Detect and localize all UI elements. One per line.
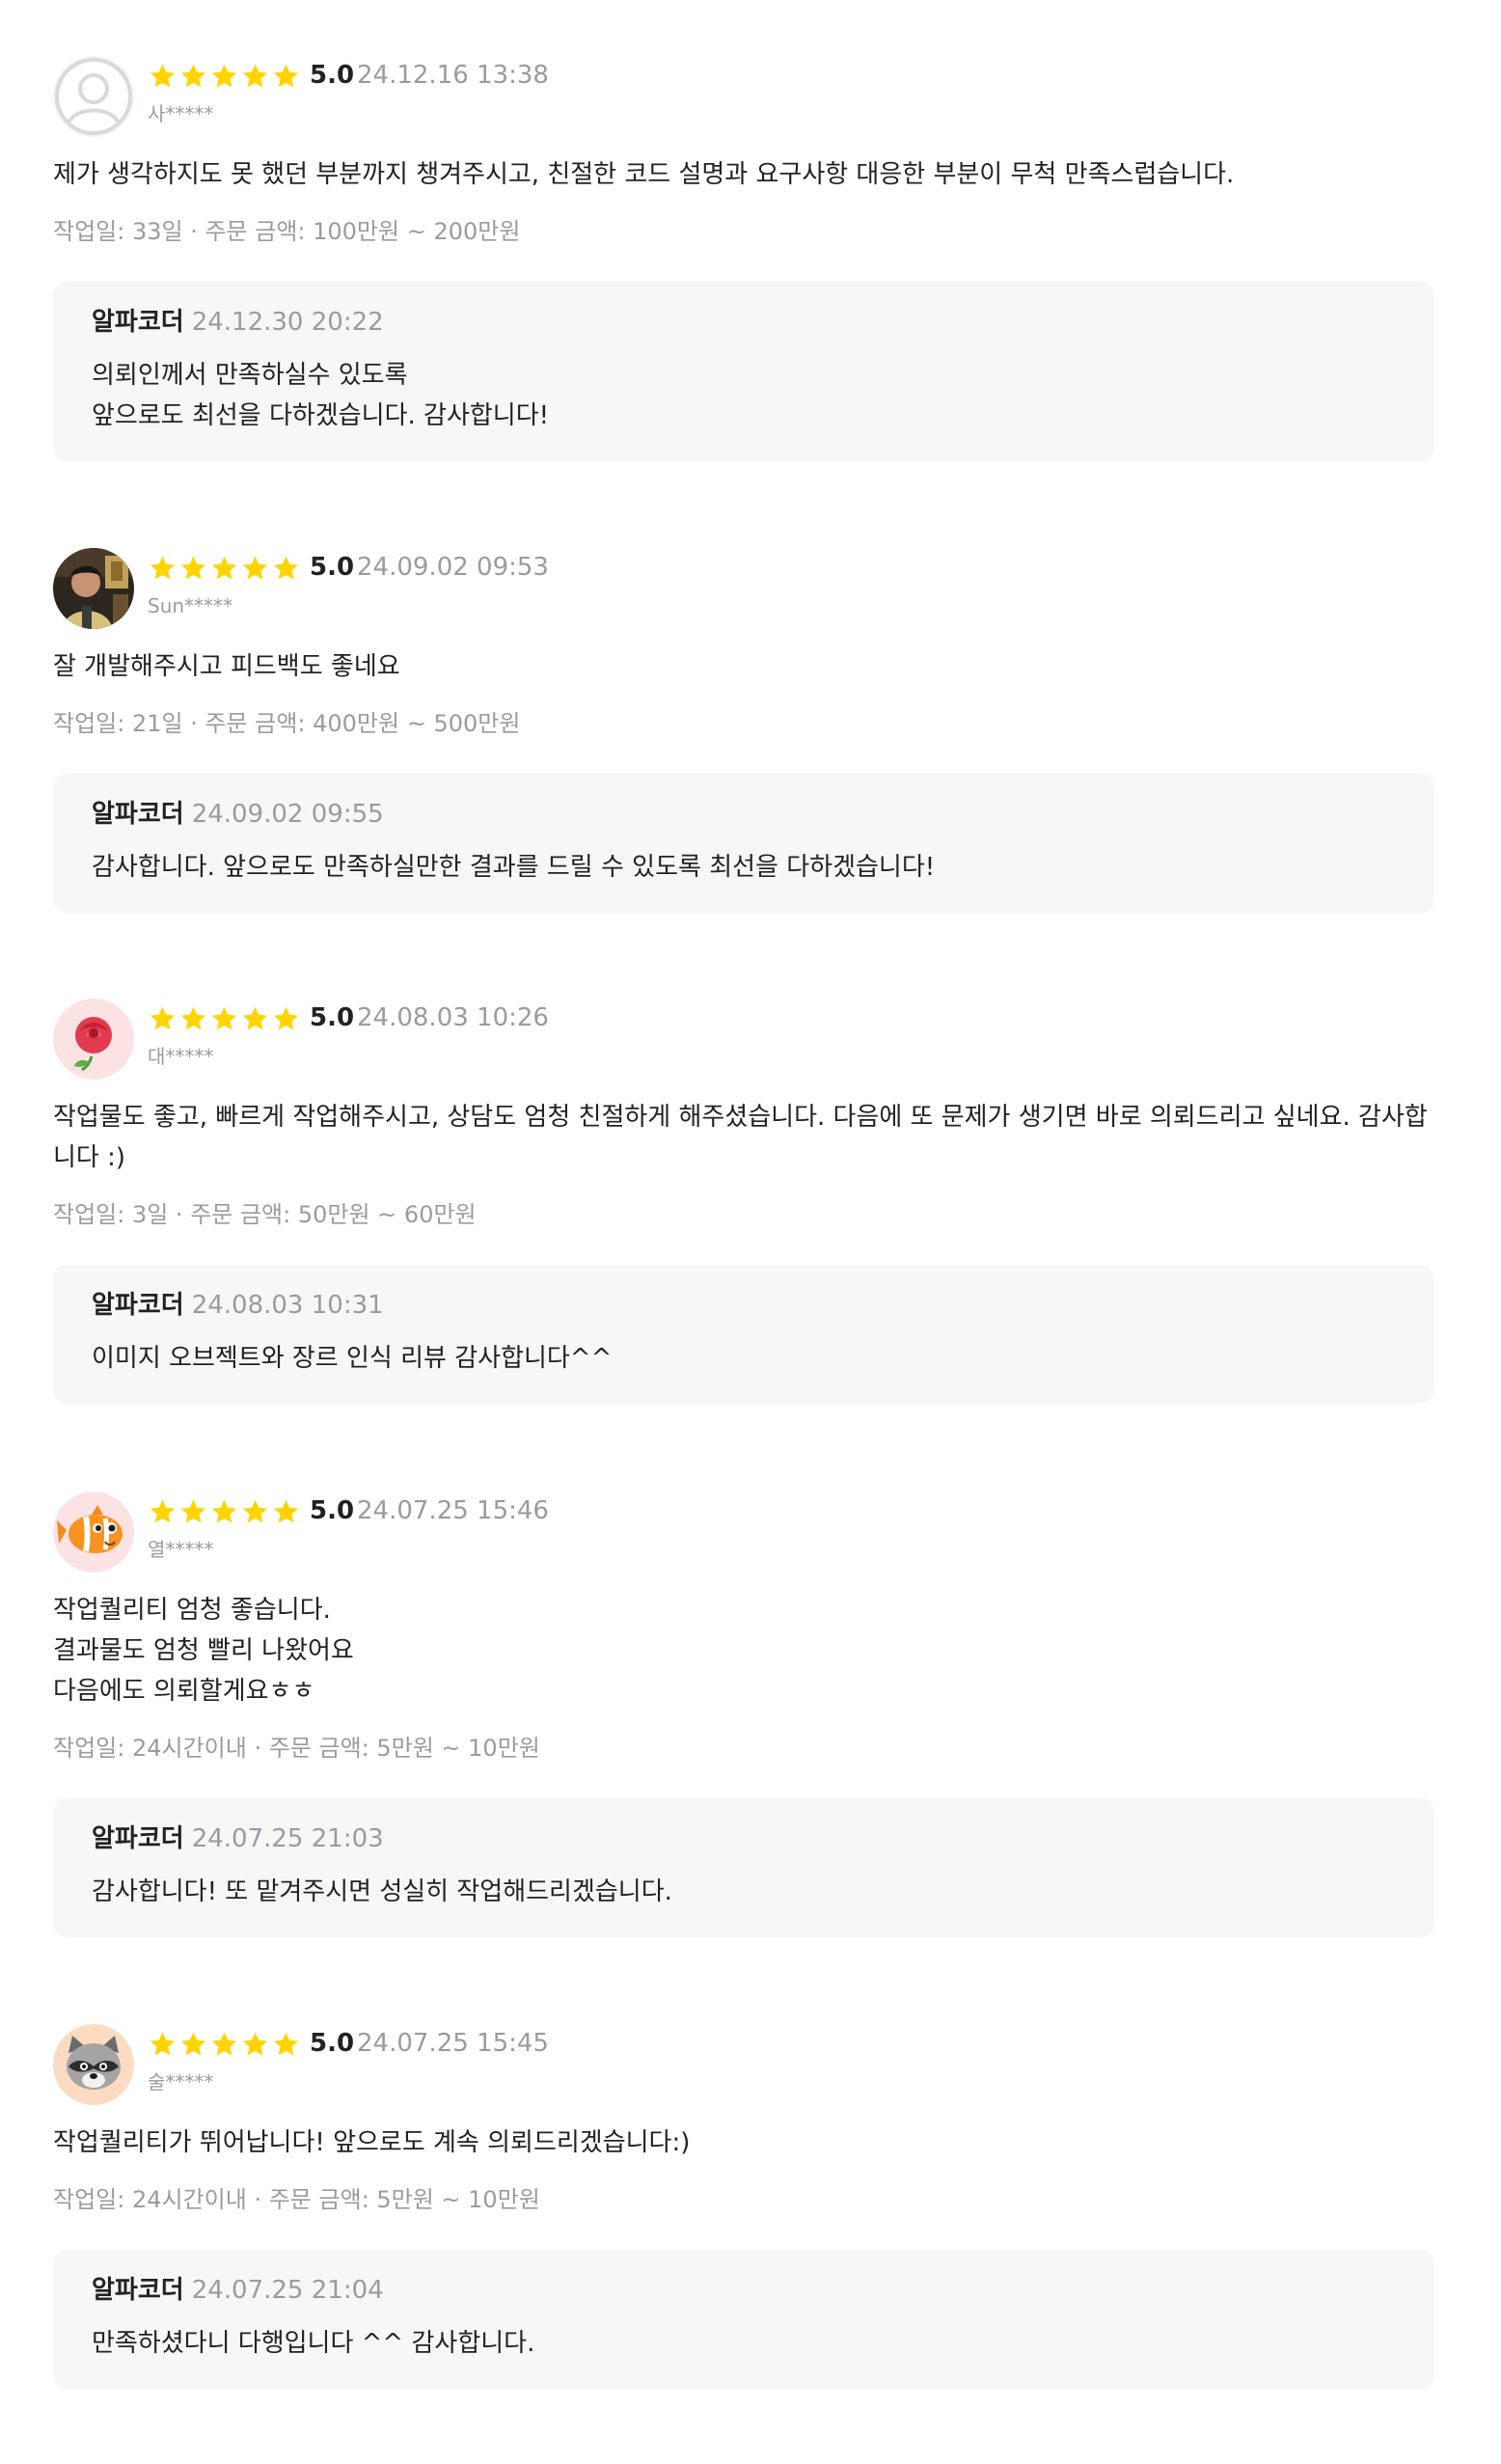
- review-content: 작업퀄리티 엄청 좋습니다. 결과물도 엄청 빨리 나왔어요 다음에도 의뢰할게…: [53, 1596, 354, 1706]
- review-meta: 작업일: 24시간이내 · 주문 금액: 5만원 ~ 10만원: [53, 1735, 540, 1762]
- reply-text: 감사합니다! 또 맡겨주시면 성실히 작업해드리겠습니다.: [92, 1877, 672, 1906]
- star-icon: [273, 1006, 299, 1030]
- rating-score: 5.0: [310, 2029, 355, 2058]
- review-content: 제가 생각하지도 못 했던 부분까지 챙겨주시고, 친절한 코드 설명과 요구사…: [53, 160, 1235, 189]
- review-content: 작업퀄리티가 뛰어납니다! 앞으로도 계속 의뢰드리겠습니다:): [53, 2128, 691, 2157]
- rose-icon[interactable]: [53, 999, 134, 1080]
- reply-text: 의뢰인께서 만족하실수 있도록 앞으로도 최선을 다하겠습니다. 감사합니다!: [92, 361, 550, 430]
- reviewer-nickname: Sun*****: [148, 594, 233, 617]
- star-icon: [150, 2032, 176, 2056]
- star-icon: [180, 556, 206, 580]
- seller-reply: 알파코더 24.08.03 10:31 이미지 오브젝트와 장르 인식 리뷰 감사…: [53, 1265, 1434, 1404]
- seller-reply: 알파코더 24.12.30 20:22 의뢰인께서 만족하실수 있도록 앞으로도 …: [53, 282, 1434, 461]
- star-icon: [150, 64, 176, 88]
- user-photo[interactable]: [53, 548, 134, 629]
- star-icon: [242, 64, 268, 88]
- reply-author: 알파코더: [92, 1824, 184, 1853]
- rating-score: 5.0: [310, 1003, 355, 1032]
- star-icon: [150, 1499, 176, 1523]
- star-icon: [242, 2032, 268, 2056]
- reviewer-nickname: 대*****: [148, 1045, 214, 1068]
- review-date: 24.07.25 15:46: [357, 1496, 549, 1525]
- reply-text: 이미지 오브젝트와 장르 인식 리뷰 감사합니다^^: [92, 1344, 613, 1373]
- default-user-icon[interactable]: [53, 56, 134, 137]
- reply-date: 24.07.25 21:04: [191, 2276, 384, 2305]
- star-rating: [148, 554, 301, 585]
- reviewer-nickname: 열*****: [148, 1538, 214, 1561]
- rating-score: 5.0: [310, 553, 355, 582]
- star-rating: [148, 2030, 301, 2061]
- seller-reply: 알파코더 24.07.25 21:03 감사합니다! 또 맡겨주시면 성실히 작업…: [53, 1798, 1434, 1937]
- star-icon: [180, 1006, 206, 1030]
- seller-reply: 알파코더 24.07.25 21:04 만족하셨다니 다행입니다 ^^ 감사합니다…: [53, 2250, 1434, 2389]
- review-date: 24.09.02 09:53: [357, 553, 549, 582]
- star-icon: [211, 1499, 237, 1523]
- reply-date: 24.08.03 10:31: [191, 1291, 384, 1320]
- review-item: 5.0 24.07.25 15:45 술***** 작업퀄리티가 뛰어납니다! …: [53, 2024, 1434, 2389]
- review-item: 5.0 24.12.16 13:38 사***** 제가 생각하지도 못 했던 …: [53, 56, 1434, 461]
- star-icon: [180, 1499, 206, 1523]
- star-icon: [150, 1006, 176, 1030]
- reply-author: 알파코더: [92, 308, 184, 337]
- reply-text: 만족하셨다니 다행입니다 ^^ 감사합니다.: [92, 2329, 535, 2358]
- reply-author: 알파코더: [92, 2276, 184, 2305]
- reply-date: 24.12.30 20:22: [191, 308, 384, 337]
- star-icon: [242, 1499, 268, 1523]
- review-meta: 작업일: 33일 · 주문 금액: 100만원 ~ 200만원: [53, 218, 521, 245]
- review-content: 잘 개발해주시고 피드백도 좋네요: [53, 652, 400, 681]
- star-icon: [180, 64, 206, 88]
- review-date: 24.07.25 15:45: [357, 2029, 549, 2058]
- review-item: 5.0 24.09.02 09:53 Sun***** 잘 개발해주시고 피드백…: [53, 548, 1434, 913]
- star-icon: [273, 556, 299, 580]
- rating-score: 5.0: [310, 1496, 355, 1525]
- star-icon: [211, 556, 237, 580]
- reply-date: 24.07.25 21:03: [191, 1824, 384, 1853]
- star-icon: [242, 1006, 268, 1030]
- review-content: 작업물도 좋고, 빠르게 작업해주시고, 상담도 엄청 친절하게 해주셨습니다.…: [53, 1103, 1428, 1172]
- review-meta: 작업일: 21일 · 주문 금액: 400만원 ~ 500만원: [53, 710, 521, 737]
- reply-text: 감사합니다. 앞으로도 만족하실만한 결과를 드릴 수 있도록 최선을 다하겠습…: [92, 853, 936, 882]
- star-icon: [242, 556, 268, 580]
- star-icon: [211, 64, 237, 88]
- star-icon: [150, 556, 176, 580]
- star-icon: [273, 1499, 299, 1523]
- star-rating: [148, 1004, 301, 1035]
- star-icon: [180, 2032, 206, 2056]
- reviewer-nickname: 사*****: [148, 102, 214, 125]
- review-item: 5.0 24.07.25 15:46 열***** 작업퀄리티 엄청 좋습니다.…: [53, 1492, 1434, 1937]
- reviewer-nickname: 술*****: [148, 2070, 214, 2094]
- review-date: 24.08.03 10:26: [357, 1003, 549, 1032]
- star-icon: [211, 2032, 237, 2056]
- star-icon: [211, 1006, 237, 1030]
- review-item: 5.0 24.08.03 10:26 대***** 작업물도 좋고, 빠르게 작…: [53, 999, 1434, 1404]
- reply-author: 알파코더: [92, 800, 184, 829]
- star-rating: [148, 1497, 301, 1528]
- star-icon: [273, 2032, 299, 2056]
- star-icon: [273, 64, 299, 88]
- seller-reply: 알파코더 24.09.02 09:55 감사합니다. 앞으로도 만족하실만한 결과…: [53, 774, 1434, 913]
- review-meta: 작업일: 3일 · 주문 금액: 50만원 ~ 60만원: [53, 1201, 477, 1228]
- clownfish-icon[interactable]: [53, 1492, 134, 1573]
- review-date: 24.12.16 13:38: [357, 61, 549, 90]
- rating-score: 5.0: [310, 61, 355, 90]
- review-meta: 작업일: 24시간이내 · 주문 금액: 5만원 ~ 10만원: [53, 2186, 540, 2213]
- reply-author: 알파코더: [92, 1291, 184, 1320]
- star-rating: [148, 62, 301, 93]
- reply-date: 24.09.02 09:55: [191, 800, 384, 829]
- raccoon-icon[interactable]: [53, 2024, 134, 2105]
